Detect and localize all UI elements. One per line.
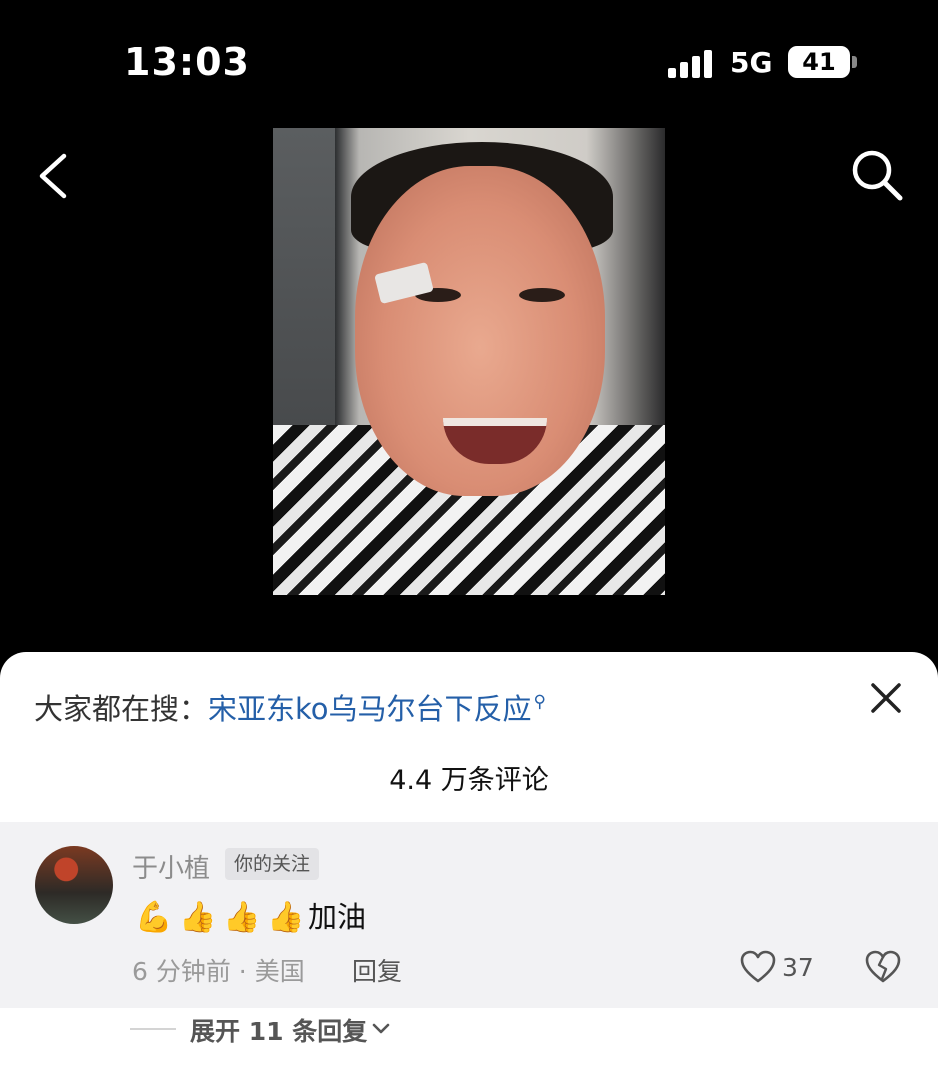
flexed-biceps-emoji: 💪: [135, 900, 173, 935]
hot-search-query[interactable]: 宋亚东ko乌马尔台下反应: [208, 692, 532, 726]
search-icon[interactable]: [850, 148, 904, 202]
heart-icon[interactable]: [740, 950, 776, 984]
avatar[interactable]: [35, 846, 113, 924]
comment-time-location: 6 分钟前 · 美国: [132, 957, 305, 986]
comment-text-body: 加油: [308, 900, 367, 934]
signal-strength-icon: [668, 50, 716, 78]
comment-text: 💪 👍 👍 👍 加油: [132, 894, 366, 936]
search-icon: ⚲: [533, 692, 546, 712]
back-icon[interactable]: [34, 150, 74, 202]
chevron-down-icon[interactable]: [370, 1018, 392, 1040]
broken-heart-icon[interactable]: [864, 950, 902, 984]
hot-search-bar[interactable]: 大家都在搜：宋亚东ko乌马尔台下反应 ⚲: [34, 686, 546, 728]
close-icon[interactable]: [868, 680, 904, 716]
battery-tip: [852, 56, 857, 68]
comment-item[interactable]: 于小植 你的关注 💪 👍 👍 👍 加油 6 分钟前 · 美国 回复 37: [0, 822, 938, 1008]
comments-count: 4.4 万条评论: [389, 765, 549, 796]
comment-sheet: 大家都在搜：宋亚东ko乌马尔台下反应 ⚲ 4.4 万条评论 于小植 你的关注 💪 👍…: [0, 652, 938, 1080]
thumbs-up-emoji: 👍: [267, 900, 305, 935]
reply-button[interactable]: 回复: [352, 952, 402, 988]
thumbs-up-emoji: 👍: [179, 900, 217, 935]
network-type: 5G: [730, 46, 773, 79]
video-eye-right: [519, 288, 565, 302]
divider: [130, 1028, 176, 1030]
thumbs-up-emoji: 👍: [223, 900, 261, 935]
comment-username[interactable]: 于小植: [132, 848, 210, 885]
like-count: 37: [782, 953, 814, 982]
battery-icon: 41: [788, 46, 850, 78]
expand-replies-button[interactable]: 展开 11 条回复: [190, 1012, 367, 1048]
video-player[interactable]: [273, 128, 665, 595]
hot-search-prefix: 大家都在搜：: [34, 692, 209, 726]
following-badge: 你的关注: [225, 848, 320, 880]
status-time: 13:03: [124, 40, 250, 84]
